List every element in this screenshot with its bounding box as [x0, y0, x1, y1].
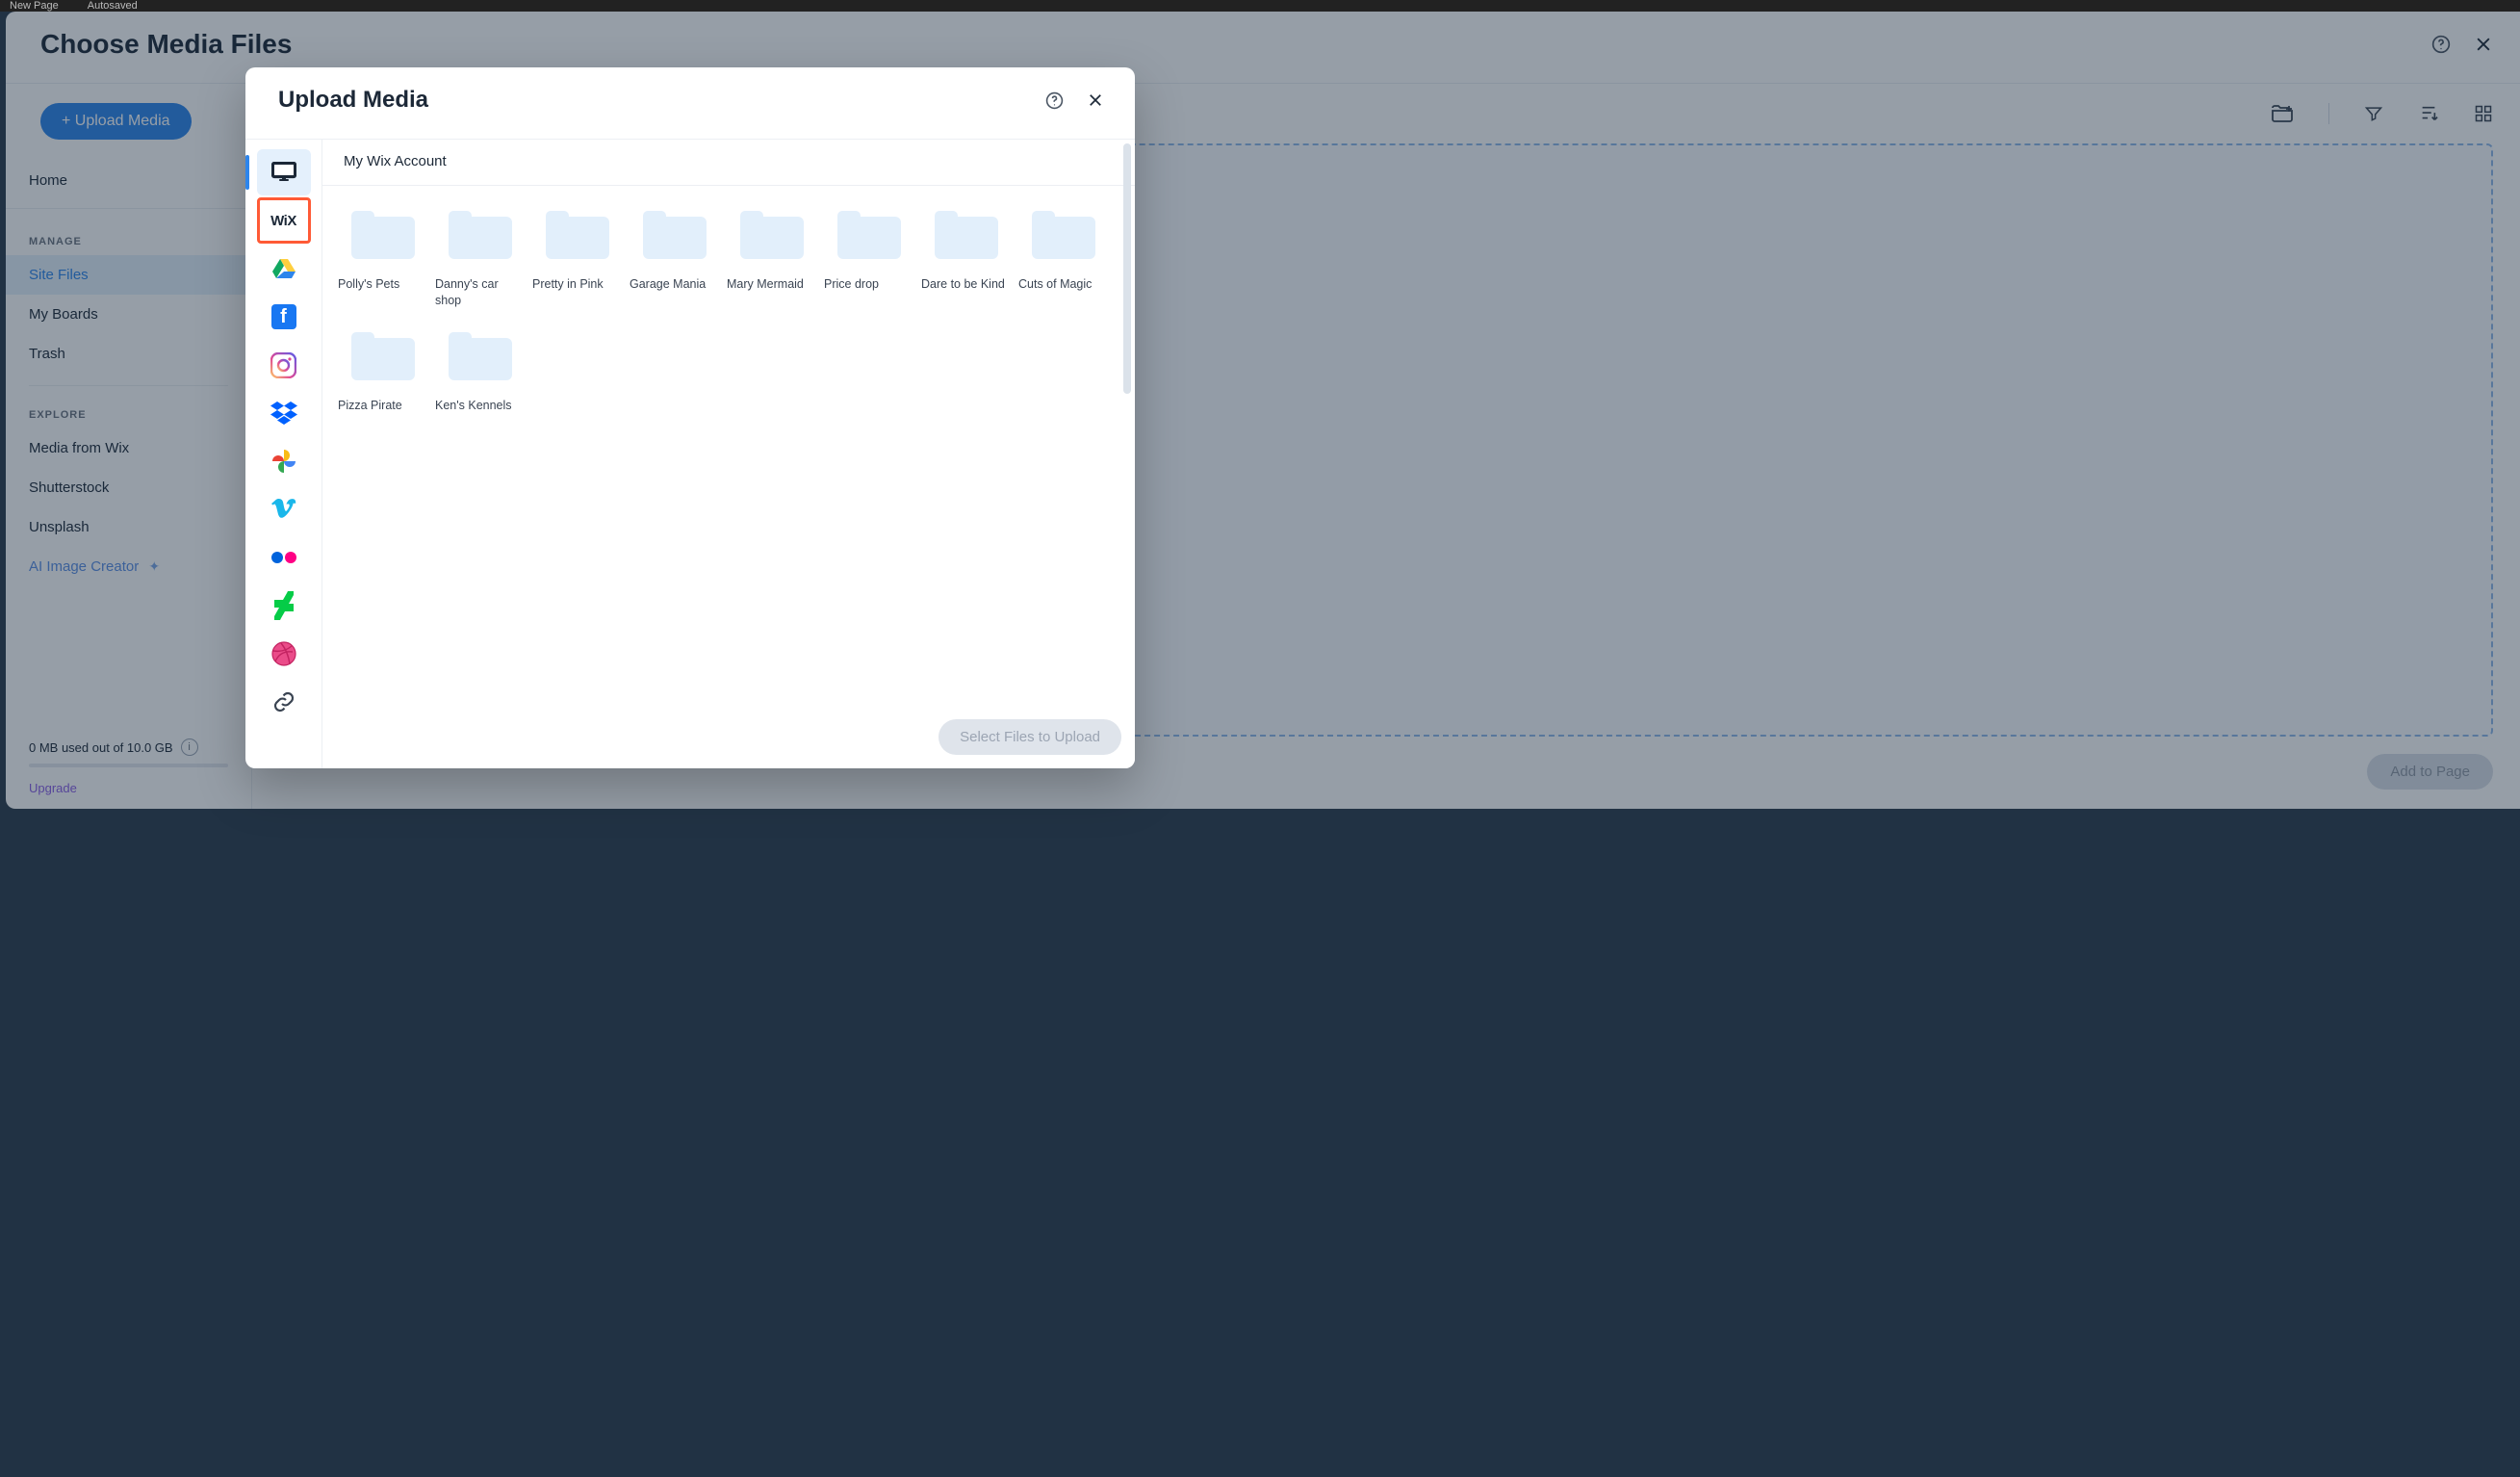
folder-label: Dare to be Kind: [919, 276, 1014, 309]
folder-label: Ken's Kennels: [433, 398, 527, 430]
folder-icon: [449, 326, 512, 380]
folder-icon: [1032, 205, 1095, 259]
source-google-photos[interactable]: [257, 438, 311, 484]
folder-item[interactable]: Pizza Pirate: [336, 326, 430, 430]
folder-item[interactable]: Danny's car shop: [433, 205, 527, 309]
folder-item[interactable]: Dare to be Kind: [919, 205, 1014, 309]
scrollbar[interactable]: [1123, 140, 1131, 718]
upload-media-title: Upload Media: [278, 87, 428, 114]
source-link[interactable]: [257, 679, 311, 725]
folder-icon: [351, 326, 415, 380]
source-dribbble[interactable]: [257, 631, 311, 677]
folder-icon: [449, 205, 512, 259]
scrollbar-thumb[interactable]: [1123, 143, 1131, 394]
folder-item[interactable]: Cuts of Magic: [1016, 205, 1111, 309]
source-wix[interactable]: WiX: [257, 197, 311, 244]
source-computer[interactable]: [257, 149, 311, 195]
folder-icon: [643, 205, 707, 259]
folder-icon: [351, 205, 415, 259]
folder-label: Polly's Pets: [336, 276, 430, 309]
folder-label: Mary Mermaid: [725, 276, 819, 309]
folder-label: Price drop: [822, 276, 916, 309]
folder-item[interactable]: Garage Mania: [628, 205, 722, 309]
select-files-to-upload-button: Select Files to Upload: [939, 719, 1121, 755]
folder-item[interactable]: Mary Mermaid: [725, 205, 819, 309]
source-deviantart[interactable]: [257, 583, 311, 629]
close-icon[interactable]: [1087, 91, 1104, 109]
folder-icon: [740, 205, 804, 259]
source-vimeo[interactable]: [257, 486, 311, 532]
source-dropbox[interactable]: [257, 390, 311, 436]
folder-label: Pizza Pirate: [336, 398, 430, 430]
source-facebook[interactable]: f: [257, 294, 311, 340]
upload-sources-rail: WiX f: [245, 140, 322, 768]
editor-top-bar: New Page Autosaved: [0, 0, 2520, 12]
folder-item[interactable]: Polly's Pets: [336, 205, 430, 309]
folder-item[interactable]: Ken's Kennels: [433, 326, 527, 430]
folder-label: Pretty in Pink: [530, 276, 625, 309]
folder-label: Garage Mania: [628, 276, 722, 309]
upload-media-dialog: Upload Media WiX: [245, 67, 1135, 768]
page-name: New Page: [10, 0, 59, 12]
source-google-drive[interactable]: [257, 246, 311, 292]
folder-icon: [837, 205, 901, 259]
source-instagram[interactable]: [257, 342, 311, 388]
folder-icon: [546, 205, 609, 259]
upload-media-main: My Wix Account Polly's Pets Danny's car …: [322, 140, 1135, 768]
folder-item[interactable]: Pretty in Pink: [530, 205, 625, 309]
wix-account-folder-grid: Polly's Pets Danny's car shop Pretty in …: [322, 186, 1135, 710]
folder-item[interactable]: Price drop: [822, 205, 916, 309]
autosaved-label: Autosaved: [88, 0, 138, 12]
folder-label: Cuts of Magic: [1016, 276, 1111, 309]
help-icon[interactable]: [1045, 91, 1064, 110]
source-flickr[interactable]: [257, 534, 311, 581]
folder-label: Danny's car shop: [433, 276, 527, 309]
folder-icon: [935, 205, 998, 259]
upload-breadcrumb[interactable]: My Wix Account: [322, 140, 1135, 186]
